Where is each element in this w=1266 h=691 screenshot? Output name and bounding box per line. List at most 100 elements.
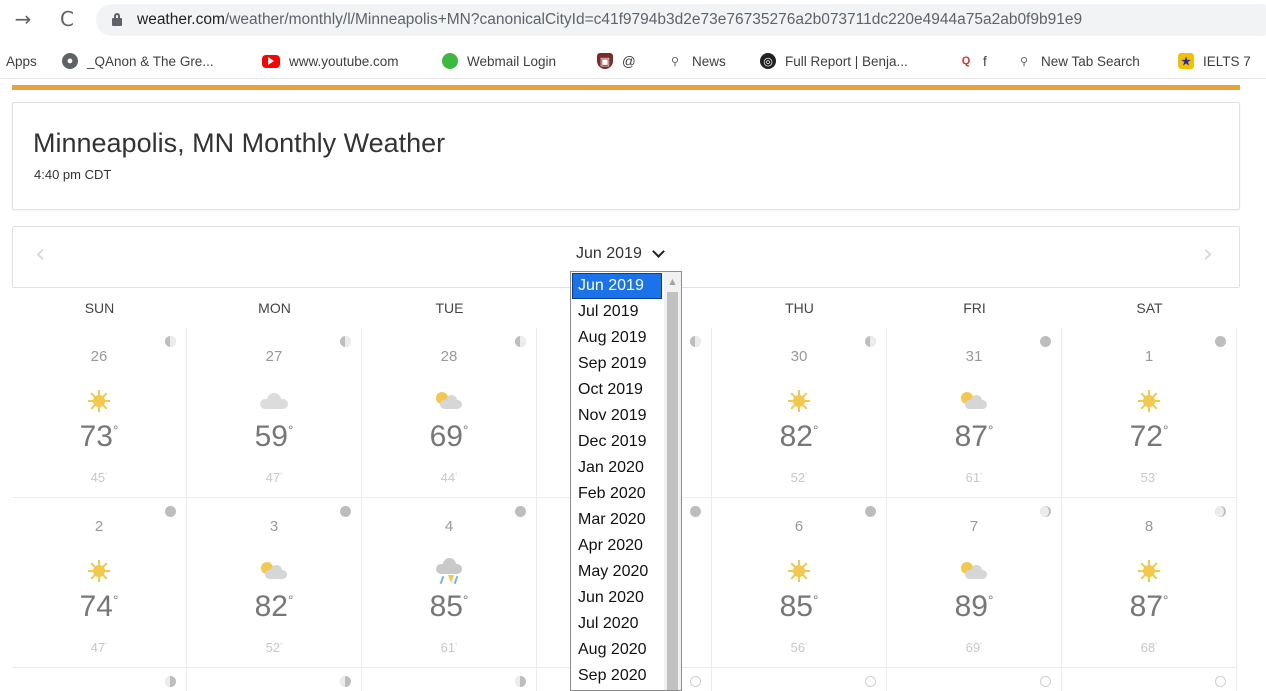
calendar-day-cell[interactable] [712, 668, 887, 691]
month-option[interactable]: Oct 2019 [573, 378, 661, 402]
month-option[interactable]: Nov 2019 [573, 404, 661, 428]
month-option[interactable]: Sep 2019 [573, 352, 661, 376]
low-temperature: 61° [965, 470, 983, 485]
month-option[interactable]: Jul 2020 [573, 612, 661, 636]
moon-phase-icon [1040, 676, 1051, 687]
low-temperature: 44° [440, 470, 458, 485]
ielts-icon: ★ [1178, 53, 1194, 69]
bookmark-label: f [983, 53, 987, 69]
moon-phase-icon [690, 506, 701, 517]
day-number: 3 [269, 518, 279, 535]
calendar-day-cell[interactable]: 8 87° 68° [1062, 498, 1237, 668]
moon-phase-icon [1215, 336, 1226, 347]
youtube-icon [262, 54, 280, 68]
calendar-day-cell[interactable]: 26 73° 45° [12, 328, 187, 498]
shield-icon: ▣ [597, 53, 613, 69]
calendar-day-cell[interactable]: 3 82° 52° [187, 498, 362, 668]
high-temperature: 72° [1129, 420, 1169, 453]
month-option[interactable]: Sep 2020 [573, 664, 661, 688]
calendar-day-cell[interactable]: 1 72° 53° [1062, 328, 1237, 498]
calendar-day-cell[interactable]: 4 85° 61° [362, 498, 537, 668]
calendar-day-cell[interactable] [362, 668, 537, 691]
month-option[interactable]: May 2020 [573, 560, 661, 584]
calendar-day-cell[interactable]: 2 74° 47° [12, 498, 187, 668]
calendar-day-cell[interactable]: 31 87° 61° [887, 328, 1062, 498]
moon-phase-icon [515, 676, 526, 687]
high-temperature: 89° [954, 590, 994, 623]
bookmark-full-report[interactable]: ◎ Full Report | Benja... [760, 44, 908, 78]
month-option[interactable]: Jan 2020 [573, 456, 661, 480]
low-temperature: 47° [90, 640, 108, 655]
month-select[interactable]: Jun 2019 [576, 245, 665, 263]
sun-icon [81, 556, 117, 586]
low-temperature: 68° [1140, 640, 1158, 655]
bookmark-new-tab-search[interactable]: ⚲ New Tab Search [1016, 44, 1140, 78]
bookmark-news[interactable]: ⚲ News [667, 44, 726, 78]
bookmark-at[interactable]: ▣ @ [597, 44, 636, 78]
bookmark-label: IELTS 7 [1203, 53, 1251, 69]
forward-arrow-icon[interactable]: → [10, 6, 36, 32]
url-text[interactable]: weather.com/weather/monthly/l/Minneapoli… [137, 4, 1082, 36]
day-of-week-header: MON [258, 300, 291, 316]
calendar-day-cell[interactable]: 28 69° 44° [362, 328, 537, 498]
lock-icon[interactable] [112, 13, 122, 26]
high-temperature: 85° [779, 590, 819, 623]
scroll-up-icon[interactable]: ▲ [664, 274, 681, 290]
calendar-day-cell[interactable] [1062, 668, 1237, 691]
bookmark-youtube[interactable]: www.youtube.com [262, 44, 399, 78]
sun-icon [781, 386, 817, 416]
month-option[interactable]: Mar 2020 [573, 508, 661, 532]
month-option[interactable]: Jul 2019 [573, 300, 661, 324]
calendar-day-cell[interactable] [887, 668, 1062, 691]
month-option[interactable]: Feb 2020 [573, 482, 661, 506]
day-number: 30 [790, 348, 808, 365]
scrollbar-thumb[interactable] [667, 292, 678, 690]
bookmark-label: @ [622, 53, 636, 69]
month-option[interactable]: Aug 2019 [573, 326, 661, 350]
month-option[interactable]: Aug 2020 [573, 638, 661, 662]
bookmark-f[interactable]: Qf [958, 44, 987, 78]
moon-phase-icon [340, 506, 351, 517]
month-dropdown-list[interactable]: Sep 2020 Aug 2020 Jul 2020 Jun 2020 May 2020… [570, 271, 682, 691]
moon-phase-icon [165, 336, 176, 347]
day-of-week-header: SUN [84, 300, 115, 316]
month-option[interactable]: Apr 2020 [573, 534, 661, 558]
bookmark-label: www.youtube.com [289, 53, 399, 69]
bookmark-label: _QAnon & The Gre... [87, 53, 214, 69]
month-option[interactable]: Jun 2020 [573, 586, 661, 610]
calendar-day-cell[interactable]: 7 89° 69° [887, 498, 1062, 668]
calendar-day-cell[interactable]: 30 82° 52° [712, 328, 887, 498]
bookmark-ielts[interactable]: ★ IELTS 7 [1178, 44, 1251, 78]
moon-phase-icon [165, 506, 176, 517]
address-bar[interactable]: weather.com/weather/monthly/l/Minneapoli… [96, 4, 1266, 36]
next-month-icon[interactable]: › [1203, 239, 1213, 269]
month-option[interactable]: Dec 2019 [573, 430, 661, 454]
month-option[interactable]: Jun 2019 [572, 273, 662, 299]
calendar-day-cell[interactable]: 6 85° 56° [712, 498, 887, 668]
low-temperature: 52° [790, 470, 808, 485]
previous-month-icon[interactable]: ‹ [35, 239, 45, 269]
moon-phase-icon [865, 336, 876, 347]
bookmark-qanon[interactable]: ● _QAnon & The Gre... [62, 44, 214, 78]
swirl-icon: ◎ [760, 53, 776, 69]
moon-phase-icon [1215, 676, 1226, 687]
calendar-day-cell[interactable] [12, 668, 187, 691]
moon-phase-icon [515, 336, 526, 347]
reload-icon[interactable]: C [54, 6, 80, 32]
bookmark-label: Full Report | Benja... [785, 53, 908, 69]
url-path: /weather/monthly/l/Minneapolis+MN?canoni… [224, 11, 1083, 28]
day-of-week-header: SAT [1136, 300, 1163, 316]
moon-phase-icon [1040, 336, 1051, 347]
moon-phase-icon [165, 676, 176, 687]
calendar-day-cell[interactable]: 27 59° 47° [187, 328, 362, 498]
partly-cloudy-icon [956, 386, 992, 416]
browser-toolbar: → C weather.com/weather/monthly/l/Minnea… [0, 0, 1266, 40]
high-temperature: 85° [429, 590, 469, 623]
bookmark-webmail[interactable]: Webmail Login [442, 44, 556, 78]
bookmark-apps[interactable]: Apps [6, 44, 37, 78]
low-temperature: 52° [265, 640, 283, 655]
url-host: weather.com [137, 11, 225, 28]
globe-icon: ● [62, 53, 78, 69]
bookmark-label: Apps [6, 53, 37, 69]
calendar-day-cell[interactable] [187, 668, 362, 691]
